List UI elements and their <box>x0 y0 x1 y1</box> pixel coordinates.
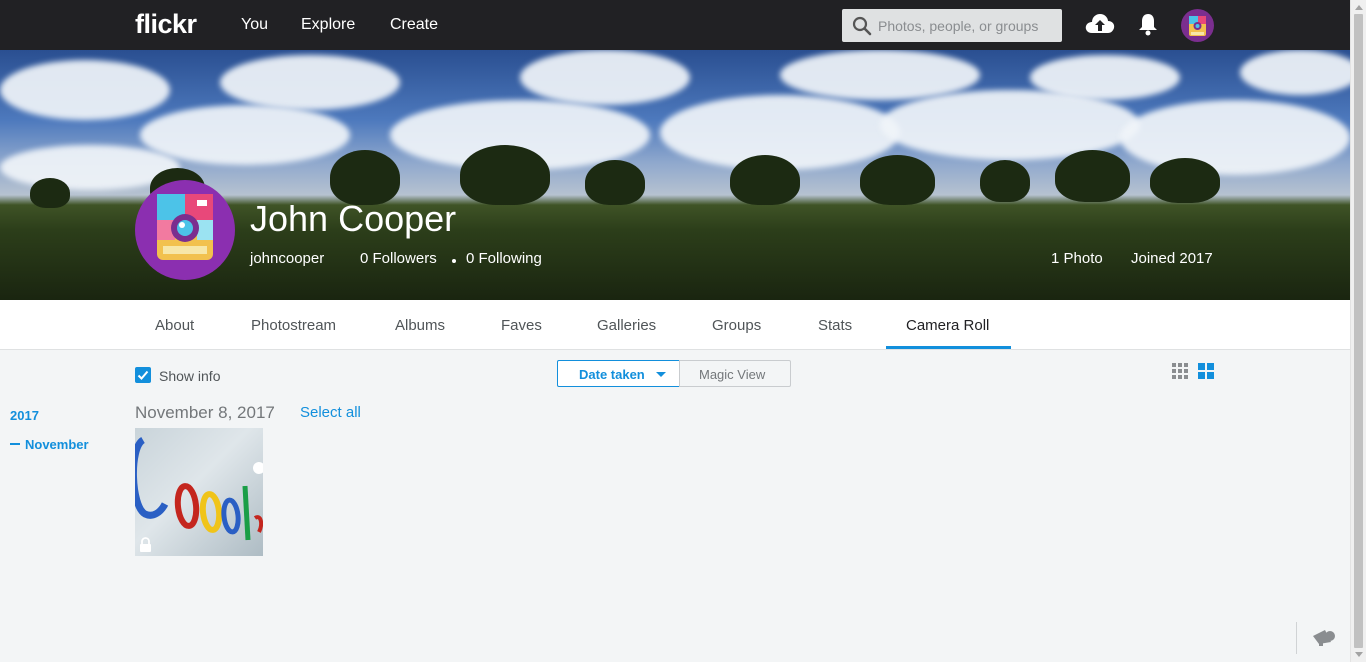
checkmark-icon <box>137 370 149 380</box>
tab-about[interactable]: About <box>155 317 194 334</box>
flickr-logo[interactable]: flickr <box>135 9 197 40</box>
timeline-year[interactable]: 2017 <box>10 408 39 423</box>
upload-cloud-icon[interactable] <box>1084 11 1116 37</box>
show-info-checkbox[interactable] <box>135 367 151 383</box>
search-input[interactable] <box>878 9 1058 42</box>
large-grid-view-icon[interactable] <box>1198 363 1215 380</box>
search-icon <box>852 16 872 36</box>
scroll-up-arrow-icon[interactable] <box>1355 5 1363 10</box>
profile-tabs: About Photostream Albums Faves Galleries… <box>0 300 1350 350</box>
active-tab-indicator <box>886 346 1011 349</box>
megaphone-icon <box>1313 630 1335 646</box>
date-taken-button[interactable]: Date taken <box>557 360 680 387</box>
profile-username[interactable]: johncooper <box>250 250 324 267</box>
chevron-down-icon <box>656 372 666 377</box>
select-all-link[interactable]: Select all <box>300 404 361 421</box>
small-grid-view-icon[interactable] <box>1172 363 1189 380</box>
photo-image <box>135 436 263 541</box>
search-box[interactable] <box>842 9 1062 42</box>
cover-photo: John Cooper johncooper 0 Followers 0 Fol… <box>0 50 1350 300</box>
separator-dot <box>452 259 456 263</box>
date-group-title: November 8, 2017 <box>135 403 275 422</box>
timeline-month-marker <box>10 443 20 445</box>
scrollbar-thumb[interactable] <box>1354 14 1363 648</box>
lock-icon <box>140 537 151 552</box>
feedback-button[interactable] <box>1296 622 1350 654</box>
date-taken-label: Date taken <box>579 367 645 382</box>
following-link[interactable]: 0 Following <box>466 250 542 267</box>
camera-avatar-icon <box>157 194 213 260</box>
camera-avatar-icon <box>1189 16 1206 36</box>
scroll-down-arrow-icon[interactable] <box>1355 652 1363 657</box>
nav-create[interactable]: Create <box>390 16 438 34</box>
tab-galleries[interactable]: Galleries <box>597 317 656 334</box>
tab-groups[interactable]: Groups <box>712 317 761 334</box>
account-avatar[interactable] <box>1181 9 1214 42</box>
photo-thumbnail[interactable] <box>135 428 263 556</box>
tab-photostream[interactable]: Photostream <box>251 317 336 334</box>
vertical-scrollbar[interactable] <box>1350 0 1366 662</box>
tab-faves[interactable]: Faves <box>501 317 542 334</box>
top-navigation-bar: flickr You Explore Create <box>0 0 1350 50</box>
notifications-bell-icon[interactable] <box>1137 12 1159 36</box>
nav-explore[interactable]: Explore <box>301 16 355 34</box>
nav-you[interactable]: You <box>241 16 268 34</box>
followers-link[interactable]: 0 Followers <box>360 250 437 267</box>
profile-name: John Cooper <box>250 198 457 239</box>
photo-count: 1 Photo <box>1051 250 1103 267</box>
joined-date: Joined 2017 <box>1131 250 1213 267</box>
profile-avatar[interactable] <box>135 180 235 280</box>
tab-stats[interactable]: Stats <box>818 317 852 334</box>
show-info-label[interactable]: Show info <box>159 368 220 384</box>
magic-view-label: Magic View <box>699 367 766 382</box>
tab-albums[interactable]: Albums <box>395 317 445 334</box>
magic-view-button[interactable]: Magic View <box>679 360 791 387</box>
timeline-month[interactable]: November <box>25 437 89 452</box>
tab-camera-roll[interactable]: Camera Roll <box>906 317 989 334</box>
